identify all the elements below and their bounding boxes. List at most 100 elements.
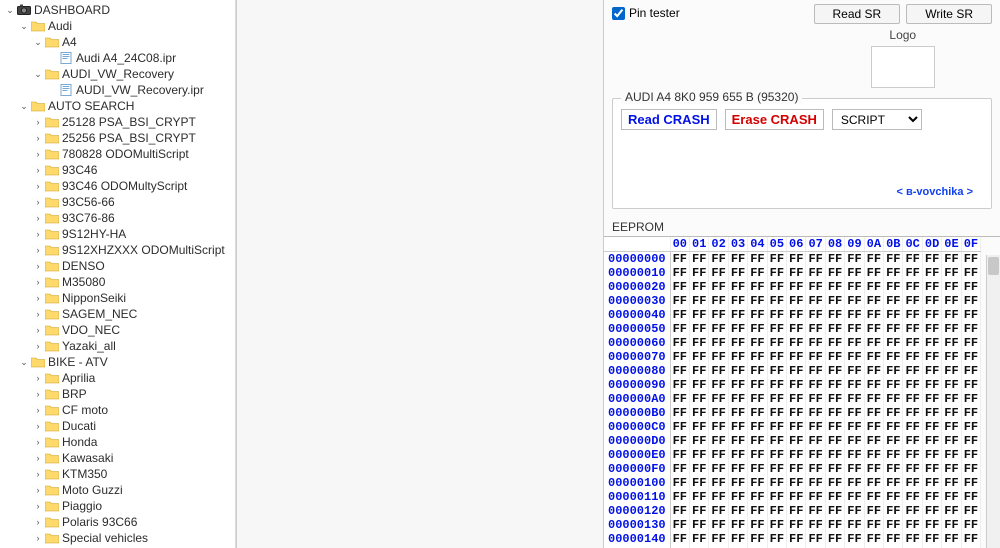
chevron-right-icon[interactable]: › xyxy=(32,292,44,304)
hex-cell[interactable]: FF xyxy=(942,518,961,532)
hex-cell[interactable]: FF xyxy=(690,280,709,294)
hex-cell[interactable]: FF xyxy=(748,280,767,294)
tree-item[interactable]: ›25256 PSA_BSI_CRYPT xyxy=(0,130,235,146)
hex-cell[interactable]: FF xyxy=(825,476,844,490)
hex-cell[interactable]: FF xyxy=(728,350,747,364)
hex-cell[interactable]: FF xyxy=(884,308,903,322)
hex-row[interactable]: 00000110FFFFFFFFFFFFFFFFFFFFFFFFFFFFFFFF xyxy=(604,490,981,504)
hex-cell[interactable]: FF xyxy=(670,532,689,546)
hex-cell[interactable]: FF xyxy=(728,336,747,350)
hex-cell[interactable]: FF xyxy=(961,462,980,476)
tree-item[interactable]: ›CF moto xyxy=(0,402,235,418)
hex-cell[interactable]: FF xyxy=(728,532,747,546)
tree-item[interactable]: AUDI_VW_Recovery.ipr xyxy=(0,82,235,98)
hex-cell[interactable]: FF xyxy=(806,448,825,462)
hex-cell[interactable]: FF xyxy=(942,476,961,490)
hex-cell[interactable]: FF xyxy=(922,406,941,420)
hex-cell[interactable]: FF xyxy=(845,476,864,490)
hex-cell[interactable]: FF xyxy=(903,406,922,420)
chevron-right-icon[interactable]: › xyxy=(32,500,44,512)
hex-cell[interactable]: FF xyxy=(825,532,844,546)
tree-item[interactable]: ›93C76-86 xyxy=(0,210,235,226)
hex-cell[interactable]: FF xyxy=(884,462,903,476)
erase-crash-button[interactable]: Erase CRASH xyxy=(725,109,824,130)
hex-cell[interactable]: FF xyxy=(787,308,806,322)
hex-row[interactable]: 00000130FFFFFFFFFFFFFFFFFFFFFFFFFFFFFFFF xyxy=(604,518,981,532)
hex-cell[interactable]: FF xyxy=(767,308,786,322)
hex-cell[interactable]: FF xyxy=(961,280,980,294)
hex-cell[interactable]: FF xyxy=(709,252,728,267)
hex-cell[interactable]: FF xyxy=(670,448,689,462)
hex-cell[interactable]: FF xyxy=(825,490,844,504)
hex-cell[interactable]: FF xyxy=(845,364,864,378)
chevron-down-icon[interactable]: ⌄ xyxy=(18,100,30,112)
hex-cell[interactable]: FF xyxy=(690,294,709,308)
hex-cell[interactable]: FF xyxy=(825,294,844,308)
hex-cell[interactable]: FF xyxy=(903,476,922,490)
hex-cell[interactable]: FF xyxy=(961,434,980,448)
hex-row[interactable]: 00000080FFFFFFFFFFFFFFFFFFFFFFFFFFFFFFFF xyxy=(604,364,981,378)
hex-row[interactable]: 00000010FFFFFFFFFFFFFFFFFFFFFFFFFFFFFFFF xyxy=(604,266,981,280)
hex-cell[interactable]: FF xyxy=(884,490,903,504)
chevron-right-icon[interactable]: › xyxy=(32,452,44,464)
hex-cell[interactable]: FF xyxy=(961,406,980,420)
chevron-right-icon[interactable]: › xyxy=(32,228,44,240)
tree-item[interactable]: ›Piaggio xyxy=(0,498,235,514)
tree-item[interactable]: ›9S12XHZXXX ODOMultiScript xyxy=(0,242,235,258)
hex-cell[interactable]: FF xyxy=(864,406,883,420)
chevron-right-icon[interactable]: › xyxy=(32,324,44,336)
chevron-right-icon[interactable]: › xyxy=(32,244,44,256)
hex-cell[interactable]: FF xyxy=(748,350,767,364)
chevron-right-icon[interactable]: › xyxy=(32,196,44,208)
hex-cell[interactable]: FF xyxy=(670,420,689,434)
hex-cell[interactable]: FF xyxy=(728,434,747,448)
hex-cell[interactable]: FF xyxy=(767,252,786,267)
hex-cell[interactable]: FF xyxy=(903,336,922,350)
chevron-down-icon[interactable]: ⌄ xyxy=(32,68,44,80)
hex-cell[interactable]: FF xyxy=(806,378,825,392)
hex-cell[interactable]: FF xyxy=(942,490,961,504)
hex-cell[interactable]: FF xyxy=(884,266,903,280)
tree-item[interactable]: ›93C46 ODOMultyScript xyxy=(0,178,235,194)
hex-cell[interactable]: FF xyxy=(670,252,689,267)
hex-cell[interactable]: FF xyxy=(787,252,806,267)
hex-cell[interactable]: FF xyxy=(709,322,728,336)
hex-cell[interactable]: FF xyxy=(922,364,941,378)
hex-cell[interactable]: FF xyxy=(864,252,883,267)
hex-cell[interactable]: FF xyxy=(709,434,728,448)
chevron-right-icon[interactable]: › xyxy=(32,308,44,320)
hex-cell[interactable]: FF xyxy=(748,504,767,518)
hex-cell[interactable]: FF xyxy=(748,462,767,476)
hex-cell[interactable]: FF xyxy=(864,504,883,518)
hex-cell[interactable]: FF xyxy=(690,392,709,406)
hex-cell[interactable]: FF xyxy=(942,350,961,364)
hex-row[interactable]: 000000F0FFFFFFFFFFFFFFFFFFFFFFFFFFFFFFFF xyxy=(604,462,981,476)
hex-cell[interactable]: FF xyxy=(961,378,980,392)
hex-cell[interactable]: FF xyxy=(767,420,786,434)
hex-cell[interactable]: FF xyxy=(845,420,864,434)
hex-cell[interactable]: FF xyxy=(942,448,961,462)
tree-item[interactable]: ›Honda xyxy=(0,434,235,450)
hex-cell[interactable]: FF xyxy=(690,308,709,322)
hex-cell[interactable]: FF xyxy=(787,322,806,336)
hex-cell[interactable]: FF xyxy=(709,392,728,406)
hex-row[interactable]: 000000C0FFFFFFFFFFFFFFFFFFFFFFFFFFFFFFFF xyxy=(604,420,981,434)
hex-cell[interactable]: FF xyxy=(942,266,961,280)
hex-cell[interactable]: FF xyxy=(767,266,786,280)
vovchika-link[interactable]: < в-vovchika > xyxy=(621,184,983,204)
hex-cell[interactable]: FF xyxy=(767,490,786,504)
hex-cell[interactable]: FF xyxy=(709,532,728,546)
hex-cell[interactable]: FF xyxy=(961,420,980,434)
hex-cell[interactable]: FF xyxy=(864,322,883,336)
tree-panel[interactable]: ⌄DASHBOARD⌄Audi⌄A4 Audi A4_24C08.ipr⌄AUD… xyxy=(0,0,236,548)
hex-cell[interactable]: FF xyxy=(961,252,980,267)
hex-cell[interactable]: FF xyxy=(748,252,767,267)
tree-item[interactable]: ⌄Audi xyxy=(0,18,235,34)
hex-cell[interactable]: FF xyxy=(961,490,980,504)
chevron-right-icon[interactable]: › xyxy=(32,388,44,400)
hex-table[interactable]: 000102030405060708090A0B0C0D0E0F00000000… xyxy=(604,237,981,548)
hex-cell[interactable]: FF xyxy=(806,434,825,448)
tree-item[interactable]: ›Ducati xyxy=(0,418,235,434)
tree-item[interactable]: ›25128 PSA_BSI_CRYPT xyxy=(0,114,235,130)
hex-cell[interactable]: FF xyxy=(748,294,767,308)
